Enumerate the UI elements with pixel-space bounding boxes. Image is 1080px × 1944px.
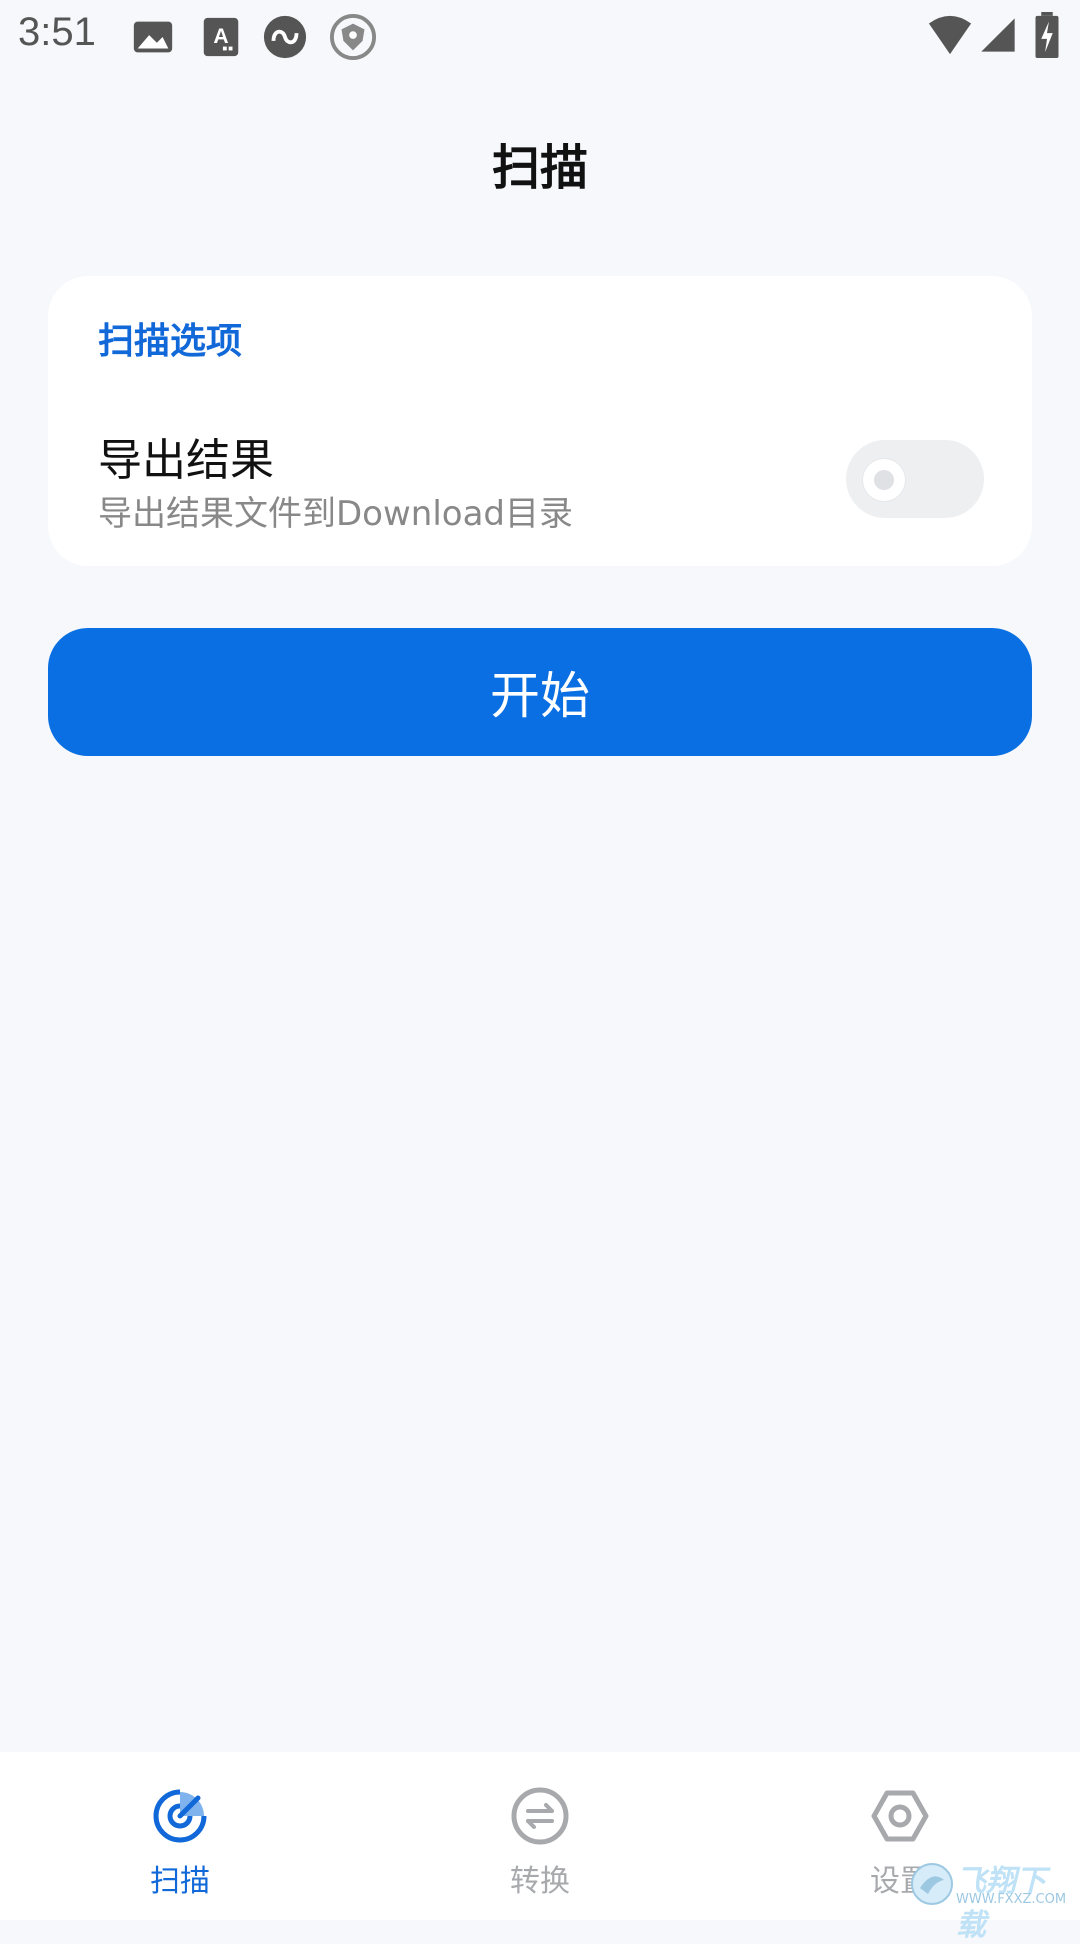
toggle-knob [862,458,906,502]
export-results-toggle[interactable] [846,440,984,518]
signal-icon [981,18,1015,52]
convert-icon [511,1787,569,1845]
status-time: 3:51 [18,10,96,54]
start-button[interactable]: 开始 [48,628,1032,756]
settings-icon [871,1790,929,1842]
shield-icon [330,14,376,60]
vpn-infinity-icon [263,15,307,59]
nav-label-convert: 转换 [510,1864,570,1899]
nav-item-scan[interactable]: 扫描 [80,1752,280,1920]
nav-label-scan: 扫描 [150,1864,210,1899]
export-results-title: 导出结果 [98,435,274,486]
image-icon [133,21,173,53]
watermark-logo-icon [911,1863,953,1905]
battery-charging-icon [1035,12,1059,58]
watermark-url: WWW.FXXZ.COM [956,1892,1067,1907]
status-bar: 3:51 A [0,0,1080,74]
scan-options-card: 扫描选项 导出结果 导出结果文件到Download目录 [48,276,1032,566]
export-results-description: 导出结果文件到Download目录 [98,494,574,534]
scan-icon [153,1789,207,1843]
keyboard-a-icon: A [203,17,239,57]
watermark: 飞翔下载 WWW.FXXZ.COM [910,1858,1075,1943]
page-title: 扫描 [491,140,588,196]
svg-text:A: A [213,25,228,48]
nav-item-convert[interactable]: 转换 [440,1752,640,1920]
scan-options-header: 扫描选项 [98,321,243,362]
wifi-icon [928,15,972,55]
